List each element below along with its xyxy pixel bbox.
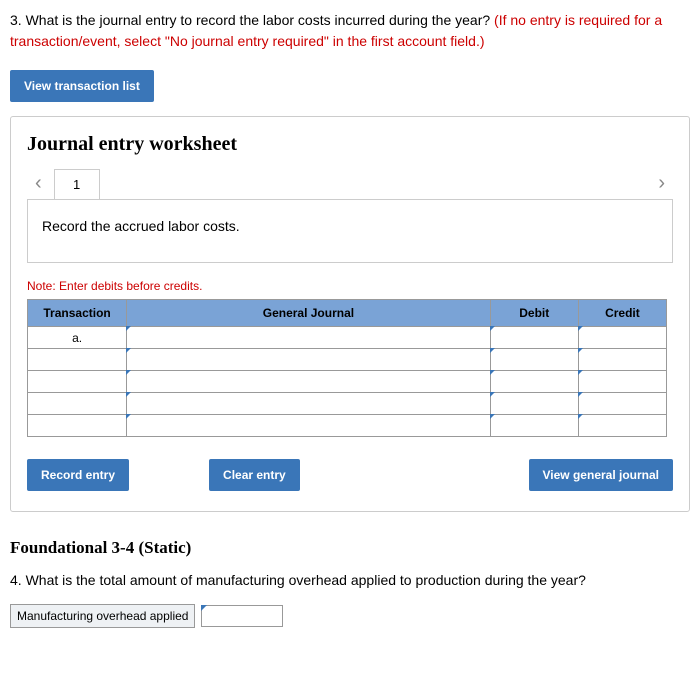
tab-1[interactable]: 1 bbox=[54, 169, 100, 199]
clear-entry-button[interactable]: Clear entry bbox=[209, 459, 300, 491]
chevron-left-icon[interactable]: ‹ bbox=[27, 168, 50, 199]
header-debit: Debit bbox=[490, 300, 578, 327]
table-row bbox=[28, 349, 667, 371]
account-input[interactable] bbox=[127, 349, 491, 371]
view-transaction-list-button[interactable]: View transaction list bbox=[10, 70, 154, 102]
debit-input[interactable] bbox=[490, 371, 578, 393]
journal-worksheet: Journal entry worksheet ‹ 1 › Record the… bbox=[10, 116, 690, 512]
worksheet-title: Journal entry worksheet bbox=[27, 133, 673, 156]
debit-input[interactable] bbox=[490, 415, 578, 437]
button-row: Record entry Clear entry View general jo… bbox=[27, 459, 673, 491]
header-general-journal: General Journal bbox=[127, 300, 491, 327]
overhead-input[interactable] bbox=[201, 605, 283, 627]
overhead-label: Manufacturing overhead applied bbox=[10, 604, 195, 628]
answer-row: Manufacturing overhead applied bbox=[10, 604, 690, 628]
chevron-right-icon[interactable]: › bbox=[650, 168, 673, 199]
header-credit: Credit bbox=[578, 300, 666, 327]
transaction-cell bbox=[28, 371, 127, 393]
table-row bbox=[28, 415, 667, 437]
table-row bbox=[28, 393, 667, 415]
debit-input[interactable] bbox=[490, 327, 578, 349]
question-4-text: 4. What is the total amount of manufactu… bbox=[10, 572, 690, 588]
debits-note: Note: Enter debits before credits. bbox=[27, 279, 673, 293]
tab-row: ‹ 1 › bbox=[27, 168, 673, 200]
question-3-text: 3. What is the journal entry to record t… bbox=[10, 10, 690, 52]
account-input[interactable] bbox=[127, 415, 491, 437]
record-entry-button[interactable]: Record entry bbox=[27, 459, 129, 491]
view-general-journal-button[interactable]: View general journal bbox=[529, 459, 673, 491]
question-3-prefix: 3. What is the journal entry to record t… bbox=[10, 12, 494, 28]
journal-table: Transaction General Journal Debit Credit… bbox=[27, 299, 667, 437]
account-input[interactable] bbox=[127, 327, 491, 349]
credit-input[interactable] bbox=[578, 415, 666, 437]
table-row bbox=[28, 371, 667, 393]
transaction-cell: a. bbox=[28, 327, 127, 349]
credit-input[interactable] bbox=[578, 327, 666, 349]
table-row: a. bbox=[28, 327, 667, 349]
debit-input[interactable] bbox=[490, 349, 578, 371]
header-transaction: Transaction bbox=[28, 300, 127, 327]
credit-input[interactable] bbox=[578, 371, 666, 393]
account-input[interactable] bbox=[127, 371, 491, 393]
debit-input[interactable] bbox=[490, 393, 578, 415]
transaction-description: Record the accrued labor costs. bbox=[27, 200, 673, 263]
account-input[interactable] bbox=[127, 393, 491, 415]
transaction-cell bbox=[28, 415, 127, 437]
transaction-cell bbox=[28, 393, 127, 415]
credit-input[interactable] bbox=[578, 393, 666, 415]
credit-input[interactable] bbox=[578, 349, 666, 371]
transaction-cell bbox=[28, 349, 127, 371]
foundational-heading: Foundational 3-4 (Static) bbox=[10, 538, 690, 558]
